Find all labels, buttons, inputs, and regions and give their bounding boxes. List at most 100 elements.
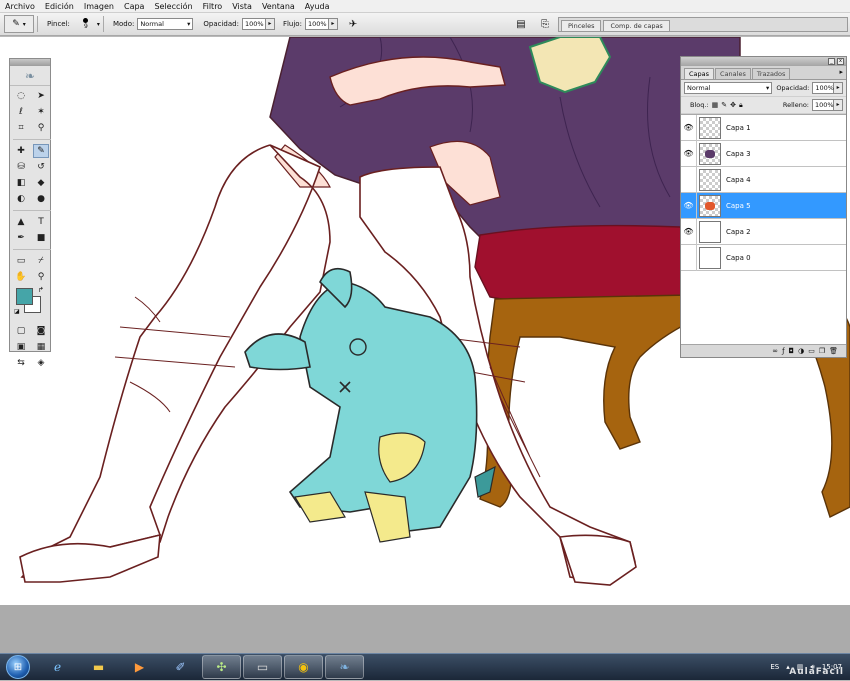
lock-position-icon[interactable]: ✥ xyxy=(730,101,736,110)
marquee-tool-icon[interactable]: ◌ xyxy=(13,89,29,103)
delete-layer-icon[interactable]: 🗑︎ xyxy=(829,347,838,355)
close-icon[interactable]: x xyxy=(837,58,844,65)
photoshop-feather-icon[interactable]: ❧ xyxy=(325,655,364,679)
fill-field[interactable]: 100% xyxy=(812,99,834,111)
eyedropper-icon[interactable]: ⌿ xyxy=(33,254,49,268)
visibility-eye-icon[interactable]: 👁︎ xyxy=(681,192,697,219)
layer-opacity-field[interactable]: 100% xyxy=(812,82,835,94)
layer-row-selected[interactable]: 👁︎ Capa 5 xyxy=(681,192,846,219)
opacity-slider-button[interactable]: ▸ xyxy=(265,18,275,30)
tool-preset-picker[interactable]: ✎ ▾ xyxy=(4,15,34,33)
history-brush-icon[interactable]: ↺ xyxy=(33,160,49,174)
standard-mode-icon[interactable]: ▢ xyxy=(13,324,29,338)
layer-row[interactable]: 👁︎ Capa 3 xyxy=(681,140,846,167)
brush-tool-icon[interactable]: ✎ xyxy=(33,144,49,158)
internet-explorer-icon[interactable]: ℯ xyxy=(38,655,77,679)
layer-row[interactable]: Capa 0 xyxy=(681,244,846,271)
menu-item-selección[interactable]: Selección xyxy=(149,0,197,13)
flow-field[interactable]: 100% xyxy=(304,18,329,30)
new-group-icon[interactable]: ▭ xyxy=(808,347,815,355)
layer-opacity-slider-button[interactable]: ▸ xyxy=(834,82,843,94)
crop-tool-icon[interactable]: ⌗ xyxy=(13,121,29,135)
tab-trazados[interactable]: Trazados xyxy=(751,68,791,79)
menu-item-ventana[interactable]: Ventana xyxy=(257,0,300,13)
type-tool-icon[interactable]: T xyxy=(33,215,49,229)
layer-row[interactable]: 👁︎ Capa 1 xyxy=(681,114,846,141)
opacity-field[interactable]: 100% xyxy=(241,18,266,30)
path-selection-icon[interactable]: ▲ xyxy=(13,215,29,229)
tab-canales[interactable]: Canales xyxy=(715,68,751,79)
brush-picker[interactable]: 9 xyxy=(75,15,97,33)
blend-mode-select[interactable]: Normal ▾ xyxy=(684,82,773,94)
well-tab-comp-capas[interactable]: Comp. de capas xyxy=(603,19,670,31)
lasso-tool-icon[interactable]: ℓ xyxy=(13,105,29,119)
minimize-icon[interactable]: _ xyxy=(828,58,835,65)
menu-item-ayuda[interactable]: Ayuda xyxy=(300,0,335,13)
visibility-eye-empty[interactable] xyxy=(681,244,697,271)
toolbox-titlebar[interactable] xyxy=(10,59,50,66)
layer-style-icon[interactable]: ƒ xyxy=(782,347,784,355)
tab-capas[interactable]: Capas xyxy=(684,68,715,79)
menu-item-imagen[interactable]: Imagen xyxy=(79,0,119,13)
menu-item-archivo[interactable]: Archivo xyxy=(0,0,40,13)
move-tool-icon[interactable]: ➤ xyxy=(33,89,49,103)
well-tab-pinceles[interactable]: Pinceles xyxy=(561,19,602,31)
visibility-eye-icon[interactable]: 👁︎ xyxy=(681,218,697,245)
panel-menu-icon[interactable]: ▸ xyxy=(839,68,843,76)
hand-tool-icon[interactable]: ✋ xyxy=(13,270,29,284)
feather-logo-icon[interactable]: ❧ xyxy=(10,66,50,86)
clone-stamp-icon[interactable]: ⛁ xyxy=(13,160,29,174)
menu-item-filtro[interactable]: Filtro xyxy=(198,0,228,13)
shape-tool-icon[interactable]: ■ xyxy=(33,231,49,245)
default-colors-icon[interactable]: ◪ xyxy=(14,308,20,315)
slice-tool-icon[interactable]: ⚲ xyxy=(33,121,49,135)
start-button[interactable]: ⊞ xyxy=(0,654,36,681)
layer-mask-icon[interactable]: ◘ xyxy=(789,347,795,355)
flow-slider-button[interactable]: ▸ xyxy=(328,18,338,30)
lock-transparency-icon[interactable]: ▦ xyxy=(712,101,719,110)
visibility-eye-empty[interactable] xyxy=(681,166,697,193)
chevron-down-icon[interactable]: ▾ xyxy=(97,21,100,28)
eraser-tool-icon[interactable]: ◧ xyxy=(13,176,29,190)
screen-mode-standard-icon[interactable]: ▣ xyxy=(13,340,29,354)
lock-all-icon[interactable]: 🔒︎ xyxy=(739,101,743,110)
fill-slider-button[interactable]: ▸ xyxy=(834,99,843,111)
link-layers-icon[interactable]: ∞ xyxy=(772,347,778,355)
folder-icon[interactable]: ▬ xyxy=(79,655,118,679)
paint-app-icon[interactable]: ✐ xyxy=(161,655,200,679)
dodge-tool-icon[interactable]: ● xyxy=(33,192,49,206)
pen-tool-icon[interactable]: ✒ xyxy=(13,231,29,245)
network-app-icon[interactable]: ✣ xyxy=(202,655,241,679)
adjustment-layer-icon[interactable]: ◑ xyxy=(798,347,804,355)
visibility-eye-icon[interactable]: 👁︎ xyxy=(681,114,697,141)
layer-row[interactable]: Capa 4 xyxy=(681,166,846,193)
jump-to-imageready-icon[interactable]: ⇆ xyxy=(13,356,29,370)
paint-bucket-icon[interactable]: ◆ xyxy=(33,176,49,190)
bridge-icon[interactable]: ⎘ xyxy=(536,16,554,32)
healing-brush-icon[interactable]: ✚ xyxy=(13,144,29,158)
menu-item-edición[interactable]: Edición xyxy=(40,0,79,13)
imageready-icon[interactable]: ◈ xyxy=(33,356,49,370)
layers-panel-titlebar[interactable]: _ x xyxy=(681,57,846,66)
new-layer-icon[interactable]: ❐ xyxy=(819,347,825,355)
magic-wand-icon[interactable]: ✶ xyxy=(33,105,49,119)
layer-row[interactable]: 👁︎ Capa 2 xyxy=(681,218,846,245)
menu-item-capa[interactable]: Capa xyxy=(119,0,149,13)
zoom-tool-icon[interactable]: ⚲ xyxy=(33,270,49,284)
screen-mode-full-icon[interactable]: ▦ xyxy=(33,340,49,354)
lock-paint-icon[interactable]: ✎ xyxy=(721,101,727,110)
swap-colors-icon[interactable]: ↱ xyxy=(38,286,44,294)
media-player-icon[interactable]: ▶ xyxy=(120,655,159,679)
visibility-eye-icon[interactable]: 👁︎ xyxy=(681,140,697,167)
palette-toggle-icon[interactable]: ▤ xyxy=(512,16,530,32)
notes-tool-icon[interactable]: ▭ xyxy=(13,254,29,268)
chrome-icon[interactable]: ◉ xyxy=(284,655,323,679)
quick-mask-icon[interactable]: ◙ xyxy=(33,324,49,338)
scanner-app-icon[interactable]: ▭ xyxy=(243,655,282,679)
airbrush-icon[interactable]: ✈ xyxy=(344,16,362,32)
menu-item-vista[interactable]: Vista xyxy=(227,0,257,13)
mode-select[interactable]: Normal ▾ xyxy=(137,18,194,30)
blur-tool-icon[interactable]: ◐ xyxy=(13,192,29,206)
foreground-color-swatch[interactable] xyxy=(16,288,33,305)
language-indicator[interactable]: ES xyxy=(770,663,779,671)
